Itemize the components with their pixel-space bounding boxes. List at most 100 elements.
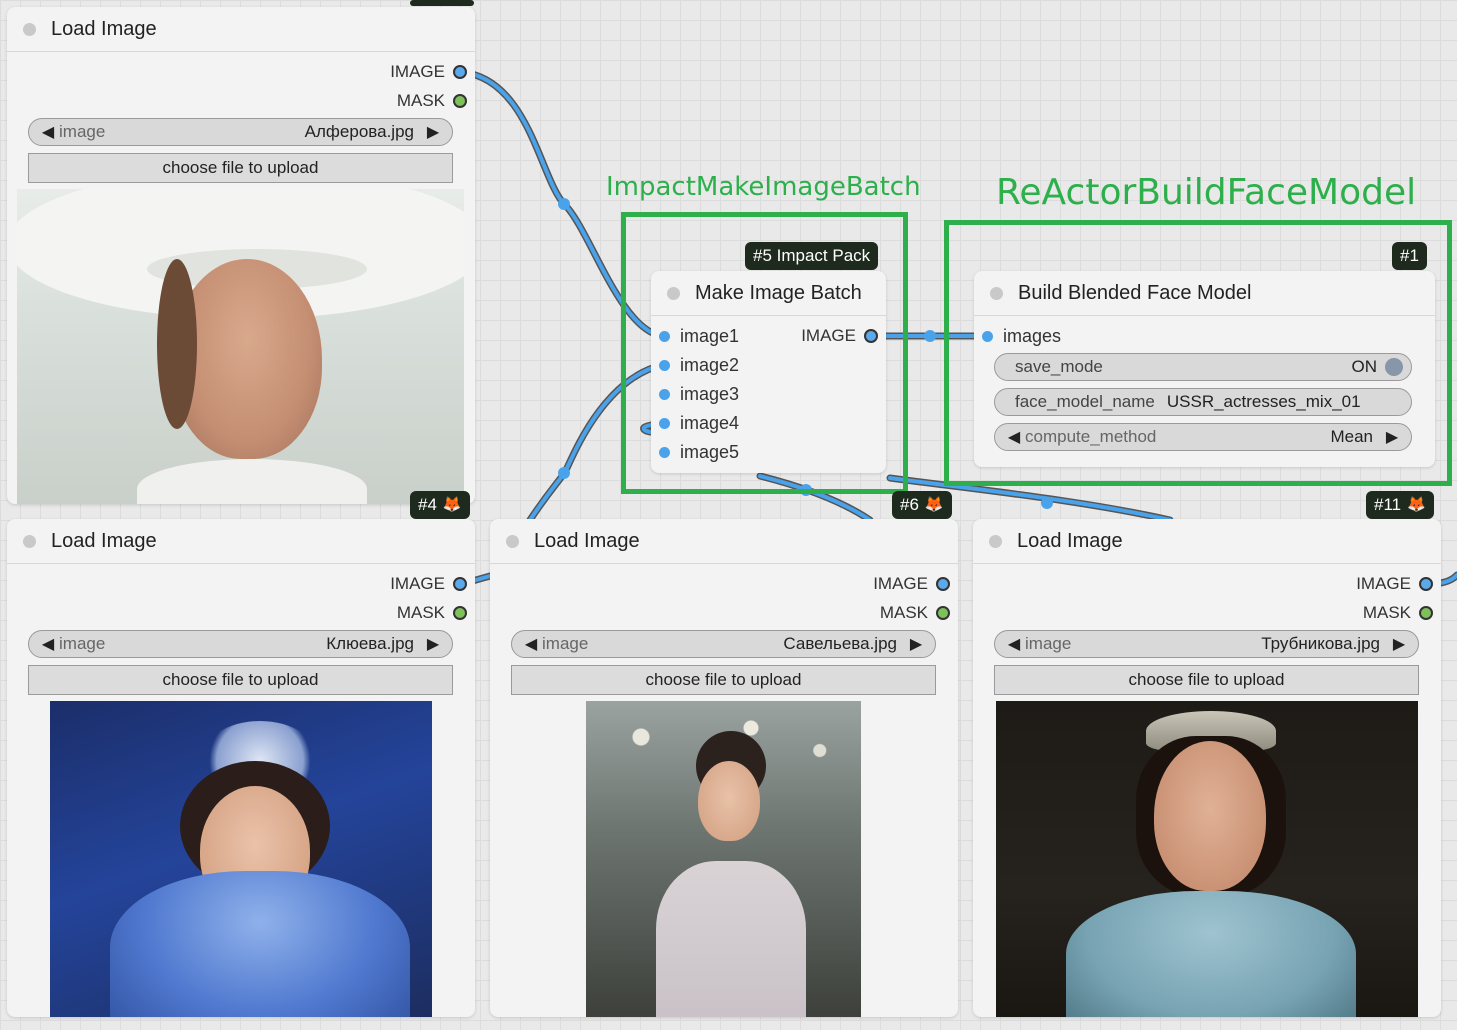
compute-method-label: compute_method (1025, 427, 1157, 446)
output-image-row[interactable]: IMAGE (873, 574, 950, 594)
image-combo[interactable]: ◀ image Алферова.jpg ▶ (28, 118, 453, 146)
output-mask-row[interactable]: MASK (397, 603, 467, 623)
image-combo[interactable]: ◀ image Трубникова.jpg ▶ (994, 630, 1419, 658)
output-image-row[interactable]: IMAGE (390, 574, 467, 594)
collapse-dot[interactable] (989, 535, 1002, 548)
collapse-dot[interactable] (667, 287, 680, 300)
output-mask-label: MASK (879, 603, 928, 622)
input-port[interactable] (982, 330, 993, 342)
arrow-right-icon[interactable]: ▶ (907, 634, 925, 654)
input-port[interactable] (659, 330, 670, 342)
output-mask-row[interactable]: MASK (880, 603, 950, 623)
image-combo-value: Клюева.jpg (326, 634, 414, 653)
node-header[interactable]: Make Image Batch (651, 271, 886, 316)
input-label: images (1003, 325, 1062, 346)
upload-button[interactable]: choose file to upload (994, 665, 1419, 695)
input-port[interactable] (659, 446, 670, 458)
fox-icon: 🦊 (442, 496, 462, 513)
collapse-dot[interactable] (990, 287, 1003, 300)
input-port[interactable] (659, 417, 670, 429)
input-port[interactable] (659, 359, 670, 371)
node-title: Load Image (534, 530, 640, 552)
arrow-left-icon[interactable]: ◀ (39, 634, 57, 654)
upload-button[interactable]: choose file to upload (511, 665, 936, 695)
upload-button[interactable]: choose file to upload (28, 665, 453, 695)
output-image-port[interactable] (864, 329, 878, 343)
node-header[interactable]: Load Image (7, 7, 475, 52)
output-mask-row[interactable]: MASK (397, 91, 467, 111)
make-image-batch-node[interactable]: Make Image Batch image1 image2 image3 im… (651, 271, 886, 473)
wire-load-to-image2 (526, 361, 666, 524)
badge-text: #5 Impact Pack (753, 246, 871, 265)
input-image3[interactable]: image3 (659, 383, 739, 405)
output-image-label: IMAGE (1356, 574, 1411, 593)
output-mask-port[interactable] (453, 606, 467, 620)
node-title: Make Image Batch (695, 282, 862, 304)
load-image-node-11[interactable]: Load Image IMAGE MASK ◀ image Трубникова… (973, 519, 1441, 1017)
image-combo[interactable]: ◀ image Савельева.jpg ▶ (511, 630, 936, 658)
arrow-left-icon[interactable]: ◀ (522, 634, 540, 654)
collapse-dot[interactable] (23, 23, 36, 36)
wire-load4-to-image1 (458, 68, 666, 340)
input-port[interactable] (659, 388, 670, 400)
output-image-port[interactable] (936, 577, 950, 591)
output-image-label: IMAGE (873, 574, 928, 593)
output-image-port[interactable] (1419, 577, 1433, 591)
load-image-node-bottom-left[interactable]: Load Image IMAGE MASK ◀ image Клюева.jpg… (7, 519, 475, 1017)
node-badge-6: #6 🦊 (892, 491, 952, 519)
node-header[interactable]: Build Blended Face Model (974, 271, 1435, 316)
node-badge-11: #11 🦊 (1366, 491, 1434, 519)
output-mask-port[interactable] (453, 94, 467, 108)
output-mask-row[interactable]: MASK (1363, 603, 1433, 623)
output-mask-port[interactable] (936, 606, 950, 620)
output-mask-label: MASK (396, 603, 445, 622)
node-header[interactable]: Load Image (7, 519, 475, 564)
arrow-left-icon[interactable]: ◀ (1005, 634, 1023, 654)
output-image-row[interactable]: IMAGE (1356, 574, 1433, 594)
input-images[interactable]: images (982, 325, 1061, 347)
build-blended-face-model-node[interactable]: Build Blended Face Model images save_mod… (974, 271, 1435, 467)
input-image2[interactable]: image2 (659, 354, 739, 376)
output-image-port[interactable] (453, 577, 467, 591)
load-image-node-4[interactable]: Load Image IMAGE MASK ◀ image Алферова.j… (7, 7, 475, 504)
arrow-right-icon[interactable]: ▶ (424, 634, 442, 654)
group-title-impact: ImpactMakeImageBatch (606, 172, 921, 202)
save-mode-value: ON (1351, 357, 1378, 376)
image-combo[interactable]: ◀ image Клюева.jpg ▶ (28, 630, 453, 658)
arrow-right-icon[interactable]: ▶ (1390, 634, 1408, 654)
output-image-row[interactable]: IMAGE (390, 62, 467, 82)
output-image-label: IMAGE (801, 326, 856, 345)
node-header[interactable]: Load Image (490, 519, 958, 564)
output-image-port[interactable] (453, 65, 467, 79)
upload-button[interactable]: choose file to upload (28, 153, 453, 183)
collapse-dot[interactable] (506, 535, 519, 548)
image-combo-value: Трубникова.jpg (1261, 634, 1380, 653)
image-preview (996, 701, 1418, 1017)
arrow-left-icon[interactable]: ◀ (1005, 427, 1023, 447)
load-image-node-6[interactable]: Load Image IMAGE MASK ◀ image Савельева.… (490, 519, 958, 1017)
arrow-left-icon[interactable]: ◀ (39, 122, 57, 142)
input-image1[interactable]: image1 (659, 325, 739, 347)
toggle-knob[interactable] (1385, 358, 1403, 376)
image-combo-label: image (542, 634, 589, 653)
image-preview (50, 701, 432, 1017)
compute-method-combo[interactable]: ◀ compute_method Mean ▶ (994, 423, 1412, 451)
output-mask-port[interactable] (1419, 606, 1433, 620)
image-combo-value: Савельева.jpg (783, 634, 897, 653)
output-mask-label: MASK (396, 91, 445, 110)
group-title-reactor: ReActorBuildFaceModel (996, 172, 1417, 213)
arrow-right-icon[interactable]: ▶ (424, 122, 442, 142)
output-image-row[interactable]: IMAGE (801, 326, 878, 346)
node-badge-5: #5 Impact Pack (745, 242, 879, 270)
arrow-right-icon[interactable]: ▶ (1383, 427, 1401, 447)
node-badge-4: #4 🦊 (410, 491, 470, 519)
input-image4[interactable]: image4 (659, 412, 739, 434)
collapse-dot[interactable] (23, 535, 36, 548)
input-image5[interactable]: image5 (659, 441, 739, 463)
node-header[interactable]: Load Image (973, 519, 1441, 564)
save-mode-label: save_mode (1015, 357, 1103, 376)
node-title: Load Image (51, 530, 157, 552)
save-mode-toggle[interactable]: save_mode ON (994, 353, 1412, 381)
face-model-name-field[interactable]: face_model_name USSR_actresses_mix_01 (994, 388, 1412, 416)
image-combo-label: image (59, 122, 106, 141)
